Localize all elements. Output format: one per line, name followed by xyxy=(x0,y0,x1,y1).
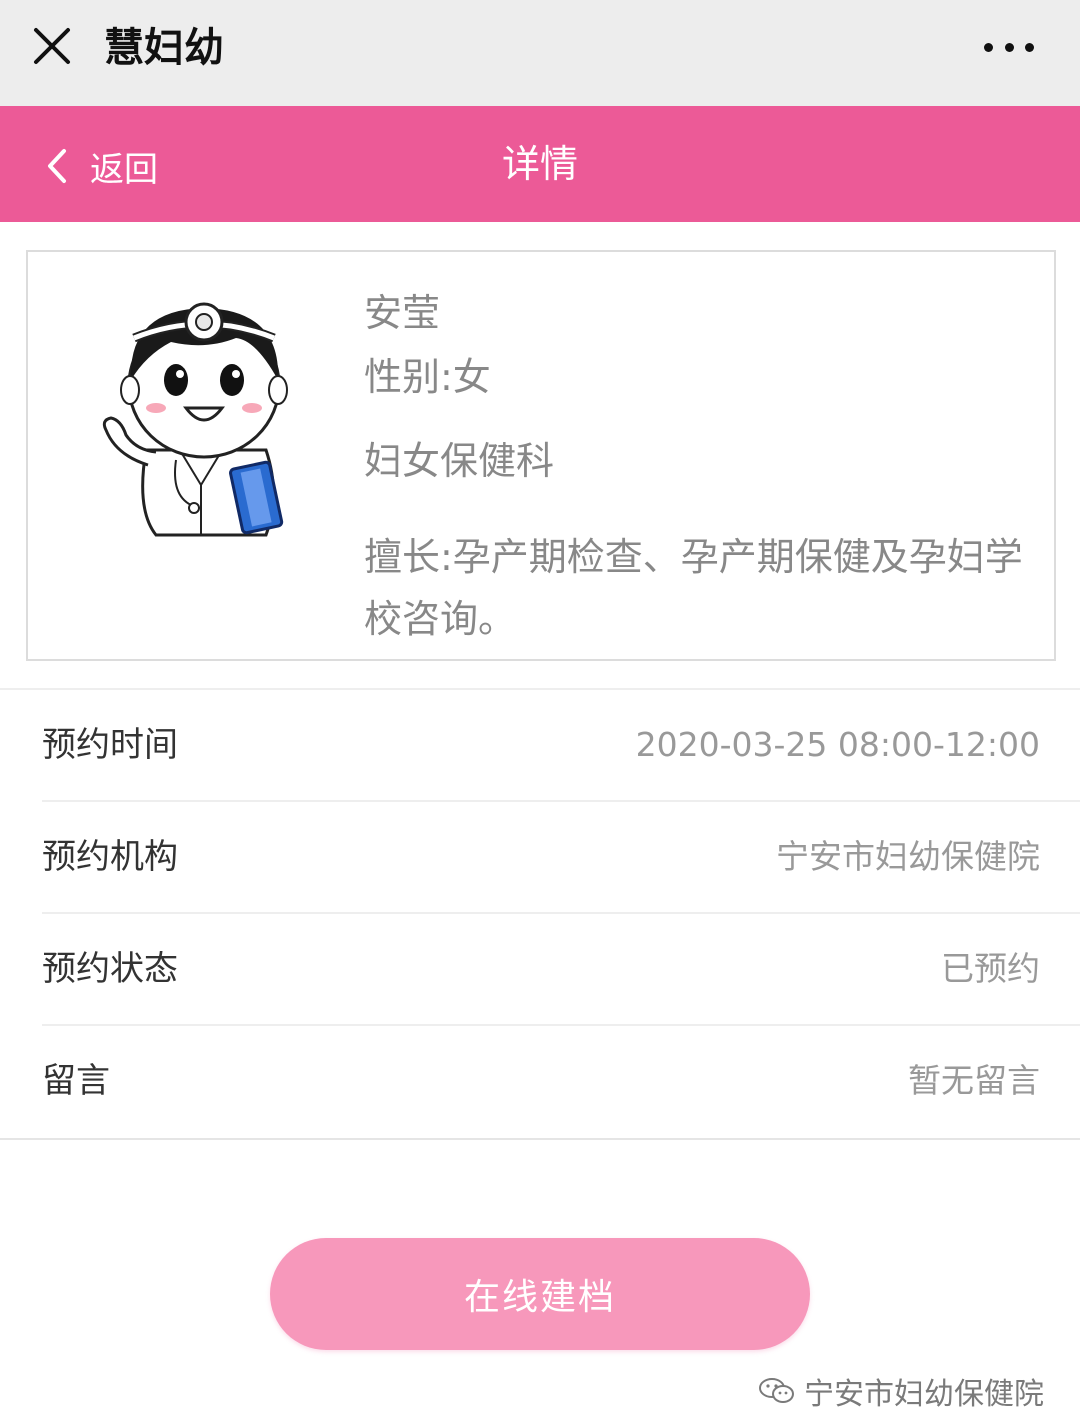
page-title: 详情 xyxy=(501,142,578,186)
online-archive-button[interactable]: 在线建档 xyxy=(270,1238,810,1350)
row-value: 暂无留言 xyxy=(908,1061,1040,1100)
row-label: 留言 xyxy=(42,1061,110,1101)
doctor-name: 安莹 xyxy=(364,291,441,335)
back-button[interactable]: 返回 xyxy=(46,136,158,196)
row-label: 预约时间 xyxy=(42,725,178,765)
detail-row-time: 预约时间 2020-03-25 08:00-12:00 xyxy=(42,690,1080,802)
doctor-gender: 性别:女 xyxy=(364,355,491,399)
chevron-left-icon xyxy=(48,149,66,183)
doctor-department: 妇女保健科 xyxy=(364,439,555,483)
row-label: 预约机构 xyxy=(42,837,178,877)
app-title: 慧妇幼 xyxy=(104,25,224,71)
row-value: 已预约 xyxy=(941,949,1040,988)
page-header: 返回 详情 xyxy=(0,106,1080,222)
detail-row-status: 预约状态 已预约 xyxy=(42,914,1080,1026)
app-titlebar: 慧妇幼 xyxy=(0,0,1080,106)
watermark-text: 宁安市妇幼保健院 xyxy=(804,1376,1044,1409)
appointment-details: 预约时间 2020-03-25 08:00-12:00 预约机构 宁安市妇幼保健… xyxy=(0,688,1080,1140)
doctor-avatar xyxy=(102,302,288,537)
wechat-icon xyxy=(759,1377,794,1403)
detail-row-message: 留言 暂无留言 xyxy=(42,1026,1080,1138)
doctor-card: 安莹 性别:女 妇女保健科 擅长:孕产期检查、孕产期保健及孕妇学校咨询。 xyxy=(26,250,1056,661)
more-icon[interactable] xyxy=(984,40,1034,54)
row-value: 宁安市妇幼保健院 xyxy=(776,837,1040,876)
back-label: 返回 xyxy=(90,149,158,190)
account-watermark: 宁安市妇幼保健院 xyxy=(758,1372,1044,1409)
close-icon[interactable] xyxy=(30,24,74,68)
detail-row-institution: 预约机构 宁安市妇幼保健院 xyxy=(42,802,1080,914)
row-value: 2020-03-25 08:00-12:00 xyxy=(635,725,1040,764)
row-label: 预约状态 xyxy=(42,949,178,989)
doctor-specialty: 擅长:孕产期检查、孕产期保健及孕妇学校咨询。 xyxy=(364,535,1023,641)
